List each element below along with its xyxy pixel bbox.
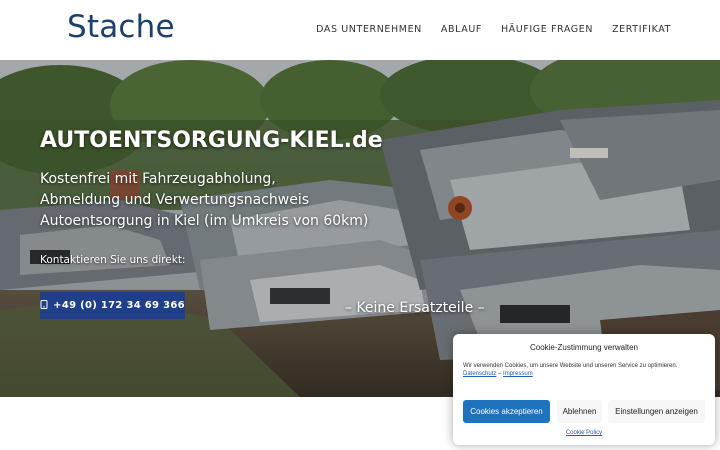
- cookie-consent-dialog: Cookie-Zustimmung verwalten Wir verwende…: [453, 334, 715, 445]
- privacy-link[interactable]: Datenschutz: [463, 371, 496, 377]
- imprint-link[interactable]: Impressum: [503, 371, 533, 377]
- hero-line-2: Abmeldung und Verwertungsnachweis: [40, 192, 310, 208]
- hero-tagline: – Keine Ersatzteile –: [345, 300, 485, 316]
- main-nav: DAS UNTERNEHMEN ABLAUF HÄUFIGE FRAGEN ZE…: [316, 24, 671, 35]
- contact-label: Kontaktieren Sie uns direkt:: [40, 254, 186, 266]
- phone-number: +49 (0) 172 34 69 366: [53, 300, 185, 311]
- site-header: Stache DAS UNTERNEHMEN ABLAUF HÄUFIGE FR…: [0, 0, 720, 60]
- hero-line-3: Autoentsorgung in Kiel (im Umkreis von 6…: [40, 213, 369, 229]
- hero-line-1: Kostenfrei mit Fahrzeugabholung,: [40, 171, 276, 187]
- cookie-settings-button[interactable]: Einstellungen anzeigen: [608, 400, 705, 423]
- accept-cookies-button[interactable]: Cookies akzeptieren: [463, 400, 550, 423]
- cookie-dialog-text: Wir verwenden Cookies, um unsere Website…: [463, 363, 678, 369]
- cookie-policy-link[interactable]: Cookie Policy: [453, 430, 715, 436]
- link-separator: –: [498, 371, 502, 377]
- hero-title: AUTOENTSORGUNG-KIEL.de: [40, 128, 383, 153]
- hero-description: Kostenfrei mit Fahrzeugabholung, Abmeldu…: [40, 169, 368, 232]
- nav-link-faq[interactable]: HÄUFIGE FRAGEN: [501, 24, 593, 35]
- phone-icon: [40, 299, 48, 312]
- site-logo[interactable]: Stache: [67, 9, 175, 45]
- nav-link-ablauf[interactable]: ABLAUF: [441, 24, 482, 35]
- nav-link-zertifikat[interactable]: ZERTIFIKAT: [612, 24, 671, 35]
- nav-link-unternehmen[interactable]: DAS UNTERNEHMEN: [316, 24, 422, 35]
- deny-cookies-button[interactable]: Ablehnen: [557, 400, 602, 423]
- cookie-dialog-title: Cookie-Zustimmung verwalten: [529, 343, 639, 352]
- phone-call-button[interactable]: +49 (0) 172 34 69 366: [40, 292, 185, 319]
- cookie-dialog-links: Datenschutz – Impressum: [463, 371, 533, 377]
